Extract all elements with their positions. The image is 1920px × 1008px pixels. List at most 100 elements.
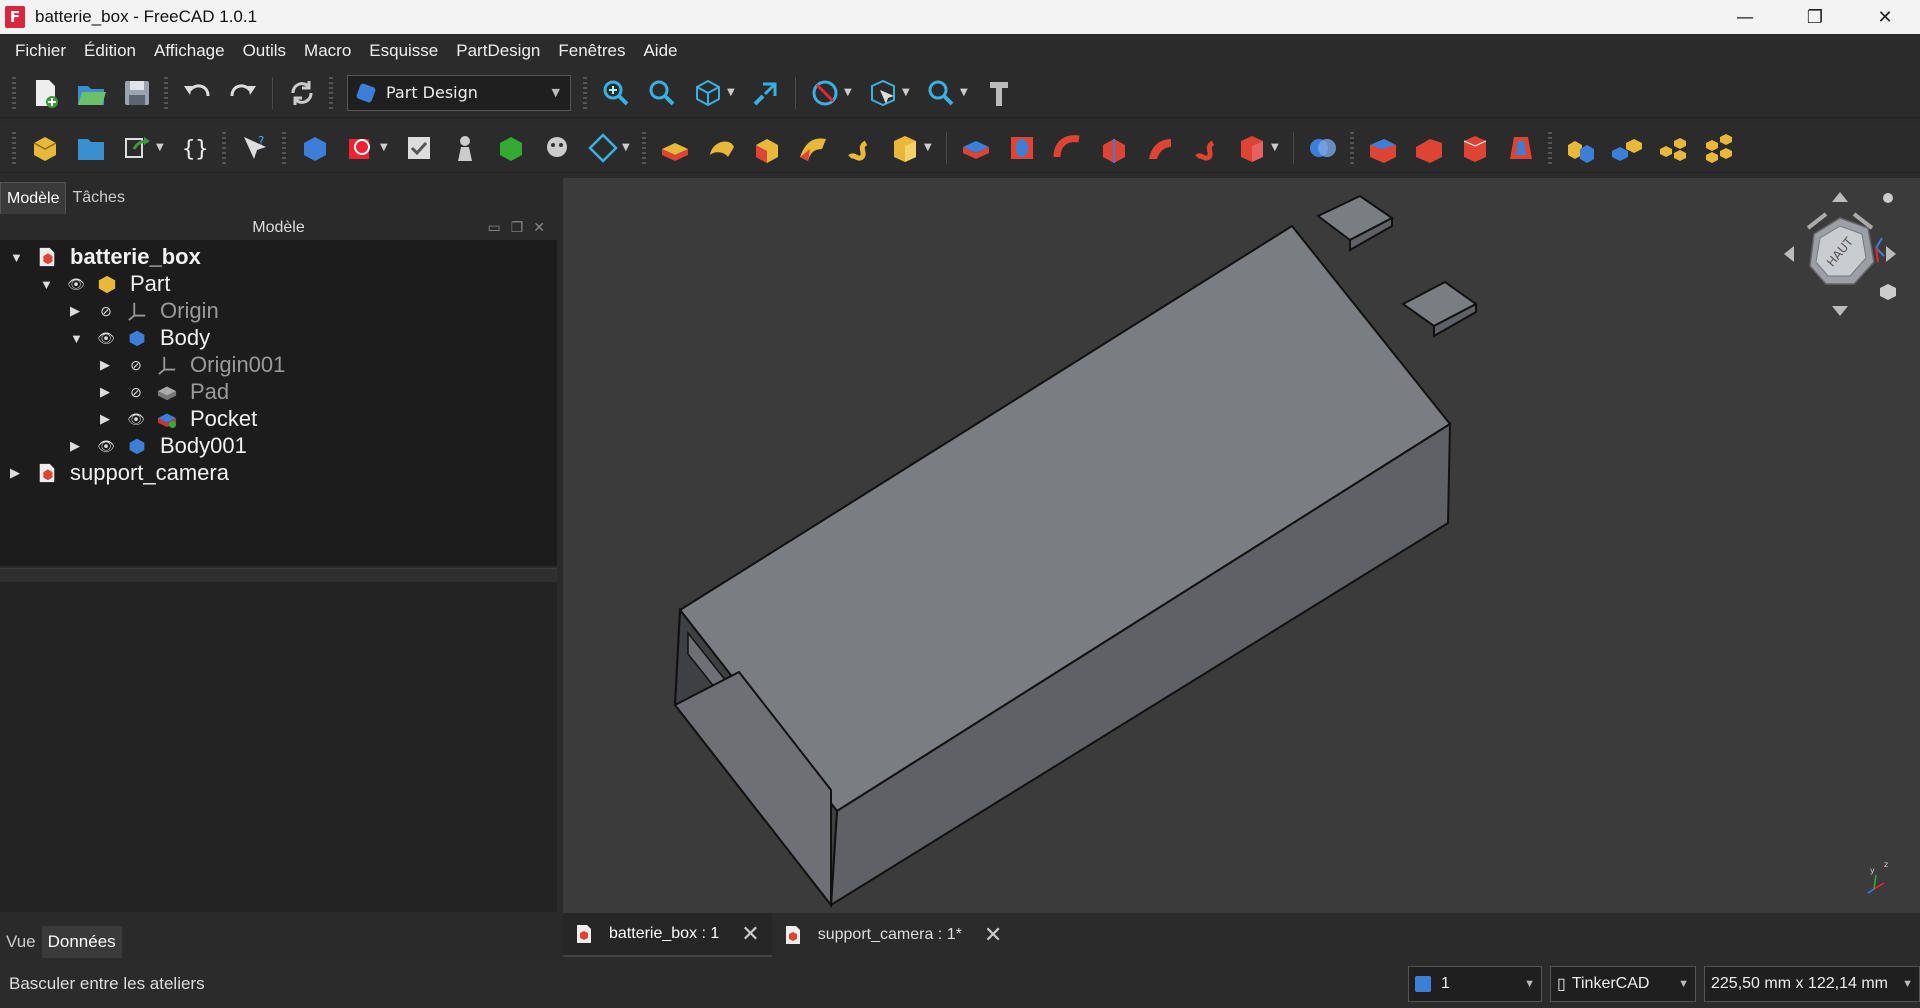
tab-vue[interactable]: Vue [0,926,42,958]
3d-viewport[interactable]: HAUT z y [563,178,1920,913]
chevron-down-icon[interactable]: ▼ [960,87,972,98]
whats-this-icon[interactable]: ? [236,129,274,167]
hidden-eye-icon[interactable]: ⊘ [126,384,146,401]
tree-item-part[interactable]: ▼ 👁 Part [40,269,170,299]
panel-splitter[interactable] [0,568,557,582]
shape-binder-icon[interactable] [446,129,484,167]
hidden-eye-icon[interactable]: ⊘ [96,303,116,320]
workbench-selector[interactable]: Part Design ▼ [347,74,571,111]
expand-arrow-icon[interactable]: ▼ [70,331,84,346]
tab-donnees[interactable]: Données [41,926,122,958]
doc-tab-batterie-box[interactable]: batterie_box : 1 ✕ [563,913,772,957]
revolution-icon[interactable] [702,129,740,167]
subtractive-primitive-icon[interactable] [1233,129,1271,167]
pad-icon[interactable] [656,129,694,167]
tree-item-origin001[interactable]: ▶ ⊘ Origin001 [100,350,285,380]
tab-taches[interactable]: Tâches [66,182,130,214]
fit-all-icon[interactable] [597,74,635,112]
visibility-eye-icon[interactable]: 👁 [126,411,146,428]
close-panel-icon[interactable]: ✕ [533,219,545,236]
create-body-icon[interactable] [296,129,334,167]
linear-pattern-icon[interactable] [1608,129,1646,167]
draft-icon[interactable] [1456,129,1494,167]
battery-box-model[interactable] [563,178,1920,913]
layer-selector[interactable]: 1 ▼ [1408,966,1542,1002]
hole-icon[interactable] [1003,129,1041,167]
tree-item-body[interactable]: ▼ 👁 Body [70,323,210,353]
additive-pipe-icon[interactable] [794,129,832,167]
tree-item-origin[interactable]: ▶ ⊘ Origin [70,296,219,326]
tree-item-pad[interactable]: ▶ ⊘ Pad [100,377,229,407]
expand-arrow-icon[interactable]: ▶ [10,465,24,481]
subtractive-pipe-icon[interactable] [1141,129,1179,167]
additive-primitive-icon[interactable] [886,129,924,167]
chevron-down-icon[interactable]: ▼ [844,87,856,98]
clone-icon[interactable] [538,129,576,167]
collapse-icon[interactable]: ▭ [487,219,500,236]
subtractive-loft-icon[interactable] [1095,129,1133,167]
close-tab-icon[interactable]: ✕ [984,922,1002,948]
menu-fenetres[interactable]: Fenêtres [549,41,634,61]
menu-aide[interactable]: Aide [634,41,686,61]
undo-icon[interactable] [178,74,216,112]
visibility-eye-icon[interactable]: 👁 [96,438,116,455]
toolbar-grip[interactable] [12,76,16,109]
chevron-down-icon[interactable]: ▼ [622,142,634,153]
multi-transform-icon[interactable] [1700,129,1738,167]
chevron-down-icon[interactable]: ▼ [156,142,168,153]
subtractive-helix-icon[interactable] [1187,129,1225,167]
expand-arrow-icon[interactable]: ▶ [100,411,114,427]
chevron-down-icon[interactable]: ▼ [924,142,936,153]
refresh-icon[interactable] [283,74,321,112]
tree-item-pocket[interactable]: ▶ 👁 Pocket [100,404,257,434]
expand-arrow-icon[interactable]: ▼ [40,277,54,292]
menu-fichier[interactable]: Fichier [6,41,75,61]
create-sketch-icon[interactable] [342,129,380,167]
menu-outils[interactable]: Outils [234,41,295,61]
measure-icon[interactable] [747,74,785,112]
navigation-style-selector[interactable]: ▯ TinkerCAD ▼ [1550,966,1696,1002]
tree-item-batterie-box[interactable]: ▼ batterie_box [10,242,201,272]
additive-loft-icon[interactable] [748,129,786,167]
validate-sketch-icon[interactable] [400,129,438,167]
expand-arrow-icon[interactable]: ▶ [70,438,84,454]
variable-set-icon[interactable]: {} [176,129,214,167]
new-document-icon[interactable] [26,74,64,112]
fillet-icon[interactable] [1364,129,1402,167]
open-document-icon[interactable] [72,74,110,112]
selection-filter-icon[interactable] [864,74,902,112]
chevron-down-icon[interactable]: ▼ [380,142,392,153]
visibility-eye-icon[interactable]: 👁 [66,276,86,293]
float-icon[interactable]: ❐ [511,219,524,236]
thickness-icon[interactable] [1502,129,1540,167]
mirrored-icon[interactable] [1562,129,1600,167]
tree-item-support-camera[interactable]: ▶ support_camera [10,458,229,488]
menu-esquisse[interactable]: Esquisse [360,41,447,61]
save-icon[interactable] [118,74,156,112]
doc-tab-support-camera[interactable]: support_camera : 1* ✕ [772,913,1015,957]
create-link-icon[interactable] [118,129,156,167]
visibility-eye-icon[interactable]: 👁 [96,330,116,347]
menu-macro[interactable]: Macro [295,41,360,61]
subshape-binder-icon[interactable] [492,129,530,167]
expand-arrow-icon[interactable]: ▶ [100,384,114,400]
redo-icon[interactable] [224,74,262,112]
chevron-down-icon[interactable]: ▼ [902,87,914,98]
restore-button[interactable]: ❐ [1780,0,1850,34]
create-part-icon[interactable] [26,129,64,167]
tab-modele[interactable]: Modèle [0,182,67,214]
menu-partdesign[interactable]: PartDesign [447,41,549,61]
boolean-icon[interactable] [1304,129,1342,167]
additive-helix-icon[interactable] [840,129,878,167]
menu-affichage[interactable]: Affichage [145,41,234,61]
polar-pattern-icon[interactable] [1654,129,1692,167]
datum-plane-icon[interactable] [584,129,622,167]
minimize-button[interactable]: — [1710,0,1780,34]
measure-tool-icon[interactable] [980,74,1018,112]
dimension-readout[interactable]: 225,50 mm x 122,14 mm ▼ [1704,966,1920,1002]
tree-item-body001[interactable]: ▶ 👁 Body001 [70,431,247,461]
close-tab-icon[interactable]: ✕ [741,921,759,947]
groove-icon[interactable] [1049,129,1087,167]
expand-arrow-icon[interactable]: ▼ [10,250,24,265]
close-window-button[interactable]: ✕ [1850,0,1920,34]
